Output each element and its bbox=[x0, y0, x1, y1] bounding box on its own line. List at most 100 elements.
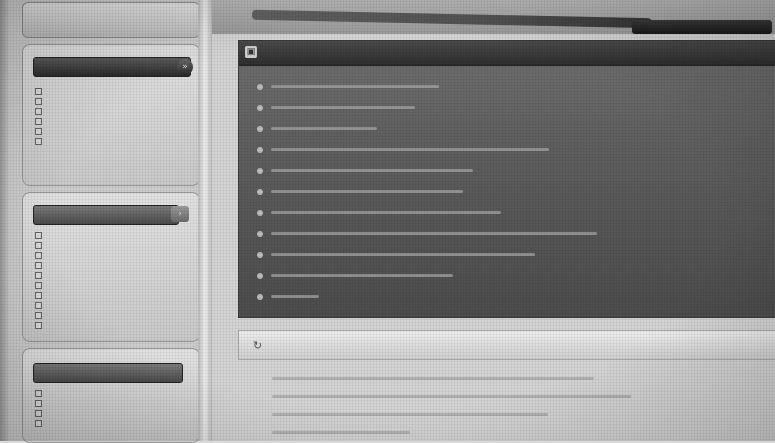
content-list-item-text bbox=[271, 148, 549, 151]
sidebar-menu-item[interactable] bbox=[35, 291, 191, 301]
sidebar-panel-3-menu bbox=[35, 389, 191, 429]
top-nav-bar[interactable] bbox=[251, 9, 653, 29]
content-list-item[interactable] bbox=[257, 266, 762, 287]
sidebar-menu-item[interactable] bbox=[35, 97, 191, 107]
section-header-bar: ↻ bbox=[238, 330, 775, 360]
bullet-icon bbox=[257, 272, 263, 279]
bullet-icon bbox=[35, 390, 42, 397]
content-list-item[interactable] bbox=[257, 77, 762, 98]
content-list-item[interactable] bbox=[257, 182, 762, 203]
bullet-icon bbox=[257, 167, 263, 174]
expand-arrow-icon[interactable]: » bbox=[177, 59, 193, 75]
bullet-icon bbox=[35, 108, 42, 115]
bullet-icon bbox=[257, 251, 263, 258]
sidebar-panel-3-header[interactable] bbox=[33, 363, 183, 383]
bullet-icon bbox=[35, 420, 42, 427]
sidebar-divider[interactable] bbox=[198, 0, 212, 441]
content-list-item[interactable] bbox=[257, 98, 762, 119]
content-list-item[interactable] bbox=[257, 224, 762, 245]
sidebar-panel-2: › bbox=[22, 192, 200, 342]
content-list-item-text bbox=[271, 127, 377, 130]
sidebar-menu-item[interactable] bbox=[35, 117, 191, 127]
sidebar-menu-item[interactable] bbox=[35, 321, 191, 331]
news-list-item-text bbox=[272, 377, 594, 380]
sidebar-panel-1-menu bbox=[35, 87, 191, 147]
refresh-icon: ↻ bbox=[253, 339, 263, 352]
sidebar-menu-item[interactable] bbox=[35, 127, 191, 137]
content-panel-header: ▣ bbox=[239, 41, 775, 66]
news-list-item-text bbox=[272, 395, 631, 398]
sidebar-menu-item[interactable] bbox=[35, 301, 191, 311]
content-list-item-text bbox=[271, 295, 319, 298]
bullet-icon bbox=[35, 312, 42, 319]
sidebar-panel-3 bbox=[22, 348, 200, 443]
bullet-icon bbox=[35, 138, 42, 145]
sidebar-menu-item[interactable] bbox=[35, 87, 191, 97]
sidebar-panel-1: » bbox=[22, 44, 200, 186]
sidebar-menu-item[interactable] bbox=[35, 261, 191, 271]
sidebar-menu-item[interactable] bbox=[35, 251, 191, 261]
content-list-item[interactable] bbox=[257, 245, 762, 266]
bullet-icon bbox=[257, 104, 263, 111]
bullet-icon bbox=[35, 118, 42, 125]
sidebar-menu-item[interactable] bbox=[35, 241, 191, 251]
news-list-item[interactable] bbox=[272, 388, 752, 406]
sidebar: » › bbox=[10, 0, 200, 443]
main-area: ▣ ↻ bbox=[212, 0, 775, 441]
content-list-item[interactable] bbox=[257, 140, 762, 161]
expand-arrow-icon[interactable]: › bbox=[171, 206, 189, 222]
sidebar-menu-item[interactable] bbox=[35, 281, 191, 291]
bullet-icon bbox=[35, 262, 42, 269]
sidebar-menu-item[interactable] bbox=[35, 231, 191, 241]
news-list-item-text bbox=[272, 413, 548, 416]
content-list-item[interactable] bbox=[257, 119, 762, 140]
news-list-item[interactable] bbox=[272, 370, 752, 388]
bullet-icon bbox=[35, 128, 42, 135]
sidebar-menu-item[interactable] bbox=[35, 399, 191, 409]
top-nav-bar-right[interactable] bbox=[632, 20, 772, 34]
bullet-icon bbox=[35, 292, 42, 299]
bullet-icon bbox=[257, 188, 263, 195]
sidebar-menu-item[interactable] bbox=[35, 409, 191, 419]
bullet-icon bbox=[257, 230, 263, 237]
content-list-item[interactable] bbox=[257, 287, 762, 308]
bullet-icon bbox=[35, 400, 42, 407]
content-panel: ▣ bbox=[238, 40, 775, 318]
bullet-icon bbox=[35, 232, 42, 239]
bullet-icon bbox=[35, 322, 42, 329]
content-list-item[interactable] bbox=[257, 203, 762, 224]
sidebar-menu-item[interactable] bbox=[35, 137, 191, 147]
bullet-icon bbox=[35, 282, 42, 289]
bullet-icon bbox=[35, 252, 42, 259]
news-list-item[interactable] bbox=[272, 424, 752, 442]
sidebar-top-box[interactable] bbox=[22, 2, 200, 38]
bullet-icon bbox=[35, 272, 42, 279]
news-list bbox=[272, 370, 752, 442]
content-list-item-text bbox=[271, 190, 463, 193]
content-list-item-text bbox=[271, 169, 473, 172]
sidebar-menu-item[interactable] bbox=[35, 389, 191, 399]
content-list-item-text bbox=[271, 274, 453, 277]
sidebar-menu-item[interactable] bbox=[35, 107, 191, 117]
sidebar-menu-item[interactable] bbox=[35, 419, 191, 429]
content-list-item-text bbox=[271, 85, 439, 88]
sidebar-panel-2-header[interactable] bbox=[33, 205, 179, 225]
top-navigation-strip bbox=[212, 0, 775, 34]
content-list-item[interactable] bbox=[257, 161, 762, 182]
news-list-item[interactable] bbox=[272, 406, 752, 424]
bullet-icon bbox=[257, 125, 263, 132]
content-list-item-text bbox=[271, 211, 501, 214]
sidebar-panel-1-header[interactable] bbox=[33, 57, 191, 77]
news-list-item-text bbox=[272, 431, 410, 434]
bullet-icon bbox=[35, 410, 42, 417]
bullet-icon bbox=[35, 302, 42, 309]
bullet-icon bbox=[35, 88, 42, 95]
content-list-item-text bbox=[271, 106, 415, 109]
bullet-icon bbox=[257, 146, 263, 153]
content-list bbox=[257, 77, 762, 308]
sidebar-menu-item[interactable] bbox=[35, 271, 191, 281]
bullet-icon bbox=[257, 293, 263, 300]
bullet-icon bbox=[35, 98, 42, 105]
content-list-item-text bbox=[271, 253, 535, 256]
sidebar-menu-item[interactable] bbox=[35, 311, 191, 321]
